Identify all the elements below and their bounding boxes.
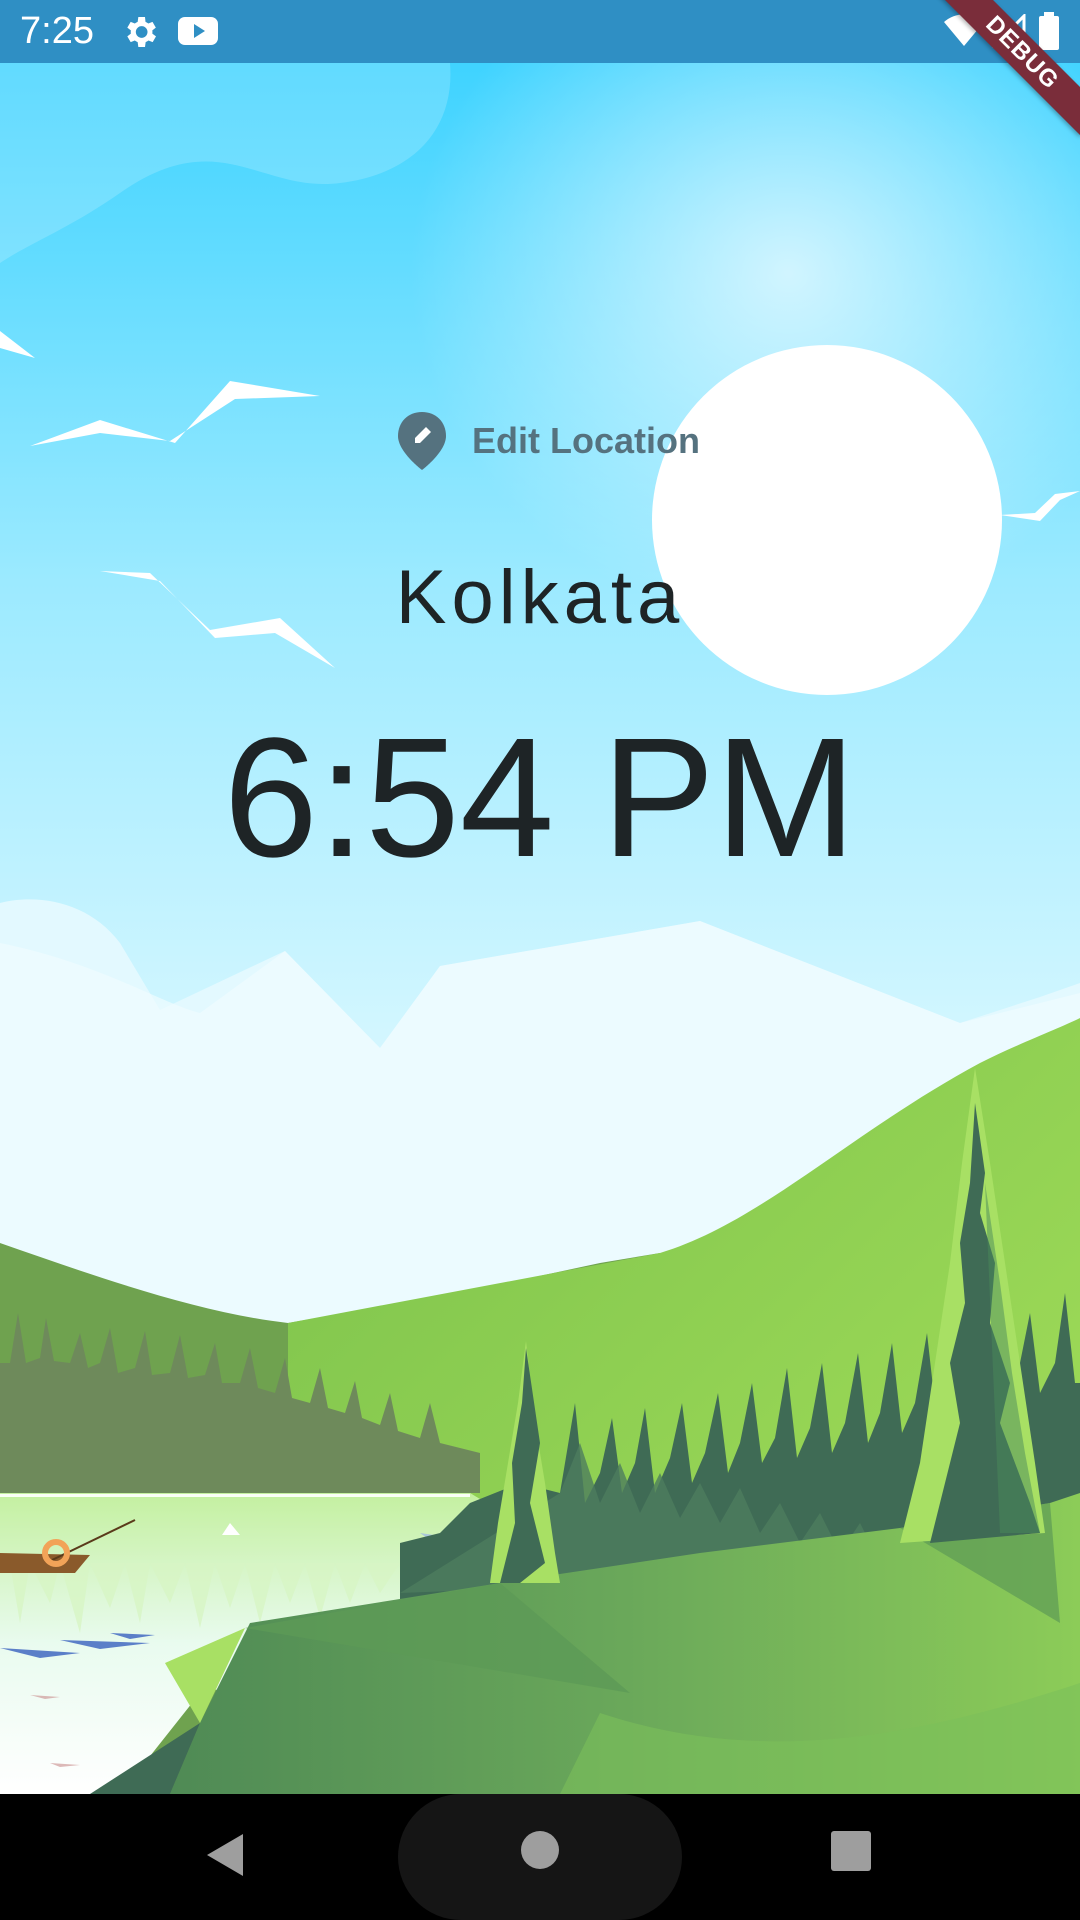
status-time: 7:25 xyxy=(20,10,94,52)
edit-location-label: Edit Location xyxy=(472,420,700,461)
home-icon[interactable] xyxy=(520,1830,560,1870)
battery-icon xyxy=(1039,12,1059,50)
screen: 7:25 DEBUG Edit Location Kolkata 6:54 PM xyxy=(0,0,1080,1920)
recents-icon[interactable] xyxy=(830,1830,872,1872)
back-icon[interactable] xyxy=(203,1830,247,1880)
time-display: 6:54 PM xyxy=(223,703,857,893)
youtube-icon xyxy=(178,17,218,45)
navigation-bar xyxy=(0,1794,1080,1920)
location-pin-edit-icon xyxy=(398,412,446,470)
edit-location-button[interactable]: Edit Location xyxy=(398,411,700,471)
gear-icon xyxy=(127,17,156,47)
status-bar: 7:25 xyxy=(0,0,1080,63)
landscape-illustration xyxy=(0,63,1080,1794)
city-name: Kolkata xyxy=(395,555,685,640)
